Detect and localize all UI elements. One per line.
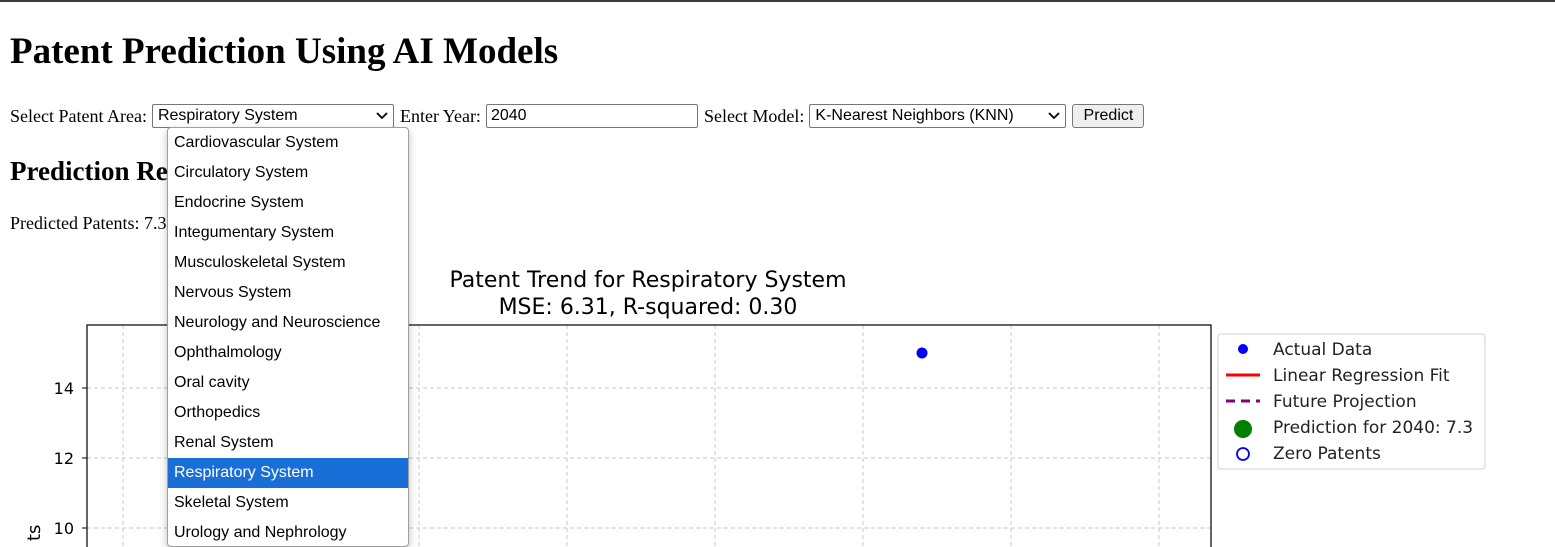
- predicted-patents-text: Predicted Patents: 7.3: [10, 213, 166, 234]
- actual-data-point: [917, 348, 928, 359]
- legend-prediction-marker: [1234, 420, 1252, 438]
- patent-area-select[interactable]: Respiratory System: [152, 104, 394, 128]
- dropdown-option-musculoskeletal-system[interactable]: Musculoskeletal System: [168, 248, 408, 278]
- dropdown-option-endocrine-system[interactable]: Endocrine System: [168, 188, 408, 218]
- y-axis-ticks: 10 12 14: [54, 379, 87, 538]
- year-input[interactable]: 2040: [486, 104, 698, 128]
- model-label: Select Model:: [704, 106, 804, 127]
- dropdown-option-circulatory-system[interactable]: Circulatory System: [168, 158, 408, 188]
- prediction-form: Select Patent Area: Respiratory System E…: [10, 103, 1144, 129]
- dropdown-option-neurology-and-neuroscience[interactable]: Neurology and Neuroscience: [168, 308, 408, 338]
- chart-subtitle: MSE: 6.31, R-squared: 0.30: [499, 295, 798, 320]
- legend-future-label: Future Projection: [1273, 392, 1417, 412]
- dropdown-option-ophthalmology[interactable]: Ophthalmology: [168, 338, 408, 368]
- chart-title: Patent Trend for Respiratory System: [449, 268, 846, 293]
- top-border: [0, 0, 1555, 2]
- legend-fit-label: Linear Regression Fit: [1273, 366, 1450, 386]
- model-value: K-Nearest Neighbors (KNN): [815, 107, 1013, 125]
- dropdown-option-respiratory-system[interactable]: Respiratory System: [168, 458, 408, 488]
- data-points: [917, 348, 928, 359]
- dropdown-option-urology-and-nephrology[interactable]: Urology and Nephrology: [168, 518, 408, 547]
- legend-zero-label: Zero Patents: [1273, 444, 1381, 464]
- y-tick-label-10: 10: [54, 519, 74, 538]
- predict-button[interactable]: Predict: [1072, 104, 1144, 128]
- dropdown-option-oral-cavity[interactable]: Oral cavity: [168, 368, 408, 398]
- patent-area-dropdown-list[interactable]: Cardiovascular SystemCirculatory SystemE…: [167, 127, 409, 547]
- patent-area-value: Respiratory System: [158, 107, 298, 125]
- dropdown-option-integumentary-system[interactable]: Integumentary System: [168, 218, 408, 248]
- y-tick-label-14: 14: [54, 379, 74, 398]
- dropdown-option-skeletal-system[interactable]: Skeletal System: [168, 488, 408, 518]
- y-axis-label: ts: [24, 525, 45, 541]
- legend-actual-marker: [1238, 344, 1248, 354]
- chevron-down-icon: [1047, 111, 1061, 121]
- y-tick-label-12: 12: [54, 449, 74, 468]
- year-label: Enter Year:: [400, 106, 481, 127]
- legend: Actual Data Linear Regression Fit Future…: [1218, 334, 1485, 469]
- dropdown-option-renal-system[interactable]: Renal System: [168, 428, 408, 458]
- page-title: Patent Prediction Using AI Models: [10, 30, 558, 74]
- dropdown-option-nervous-system[interactable]: Nervous System: [168, 278, 408, 308]
- dropdown-option-cardiovascular-system[interactable]: Cardiovascular System: [168, 128, 408, 158]
- model-select[interactable]: K-Nearest Neighbors (KNN): [809, 104, 1066, 128]
- legend-prediction-label: Prediction for 2040: 7.3: [1273, 418, 1473, 438]
- chevron-down-icon: [375, 111, 389, 121]
- legend-actual-label: Actual Data: [1273, 340, 1372, 360]
- dropdown-option-orthopedics[interactable]: Orthopedics: [168, 398, 408, 428]
- area-label: Select Patent Area:: [10, 106, 147, 127]
